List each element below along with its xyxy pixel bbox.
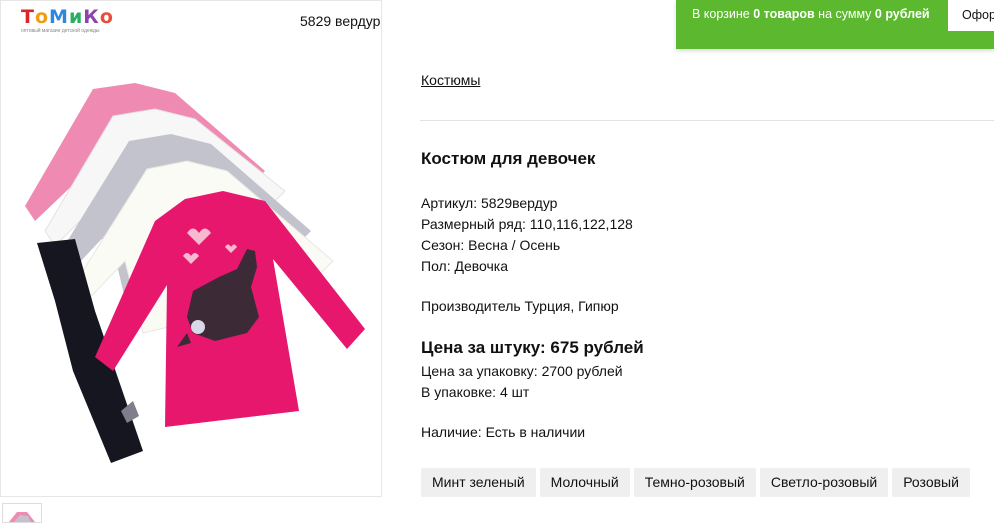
cart-text-mid: на сумму <box>814 7 875 21</box>
logo-letter: К <box>83 6 100 28</box>
cart-summary: В корзине 0 товаров на сумму 0 рублей <box>692 7 930 21</box>
pack-quantity: В упаковке: 4 шт <box>421 384 530 400</box>
color-options: Минт зеленый Молочный Темно-розовый Свет… <box>421 468 970 497</box>
attr-sku: Артикул: 5829вердур <box>421 195 558 211</box>
cart-count: 0 товаров <box>753 7 815 21</box>
manufacturer-text: Производитель Турция, Гипюр <box>421 298 619 314</box>
product-attributes: Артикул: 5829вердур Размерный ряд: 110,1… <box>421 193 633 277</box>
logo-letter: Т <box>21 6 35 28</box>
price-per-pack: Цена за упаковку: 2700 рублей <box>421 363 623 379</box>
checkout-button[interactable]: Оформить <box>948 0 994 31</box>
cart-bar: В корзине 0 товаров на сумму 0 рублей Оф… <box>676 0 994 49</box>
store-logo[interactable]: ТоМиКо оптовый магазин детской одежды <box>21 7 114 34</box>
breadcrumb-category-link[interactable]: Костюмы <box>421 72 480 88</box>
logo-letter: о <box>34 6 50 28</box>
color-option-mint-green[interactable]: Минт зеленый <box>421 468 536 497</box>
sku-label: 5829 вердур <box>300 13 381 29</box>
attr-gender: Пол: Девочка <box>421 258 509 274</box>
price-per-item: Цена за штуку: 675 рублей <box>421 338 644 357</box>
cart-text-prefix: В корзине <box>692 7 754 21</box>
color-option-milky[interactable]: Молочный <box>539 468 630 497</box>
product-image-panel[interactable]: ТоМиКо оптовый магазин детской одежды 58… <box>0 0 382 497</box>
logo-letter: о <box>99 6 114 28</box>
logo-letter: и <box>68 6 84 28</box>
product-thumbnail[interactable] <box>2 503 42 523</box>
availability-text: Наличие: Есть в наличии <box>421 424 586 440</box>
divider <box>420 120 994 121</box>
logo-text: ТоМиКо <box>21 7 114 27</box>
color-option-dark-pink[interactable]: Темно-розовый <box>633 468 756 497</box>
cart-sum: 0 рублей <box>874 7 930 21</box>
attr-sizes: Размерный ряд: 110,116,122,128 <box>421 216 633 232</box>
attr-season: Сезон: Весна / Осень <box>421 237 561 253</box>
thumbnail-image <box>9 512 35 522</box>
product-title: Костюм для девочек <box>421 149 596 168</box>
product-photo[interactable] <box>15 71 375 471</box>
pack-info: Цена за упаковку: 2700 рублей В упаковке… <box>421 361 623 403</box>
color-option-light-pink[interactable]: Светло-розовый <box>759 468 889 497</box>
logo-letter: М <box>49 6 69 28</box>
logo-tagline: оптовый магазин детской одежды <box>21 28 100 34</box>
color-option-pink[interactable]: Розовый <box>892 468 970 497</box>
